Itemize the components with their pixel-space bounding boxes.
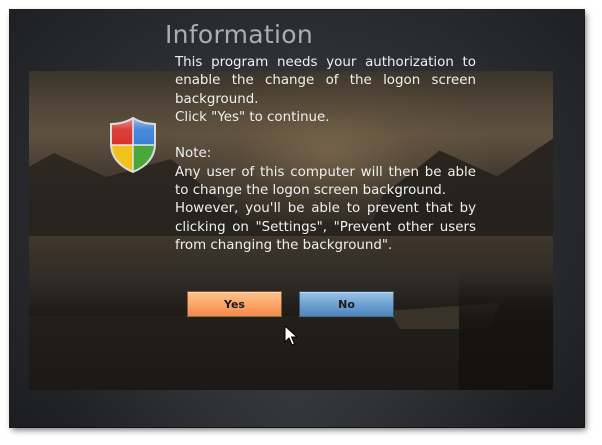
yes-button[interactable]: Yes: [187, 291, 282, 317]
mouse-pointer-icon: [284, 325, 298, 346]
note-heading: Note:: [175, 146, 212, 162]
dialog-message: This program needs your authorization to…: [175, 54, 476, 255]
note-body-prevent: However, you'll be able to prevent that …: [175, 201, 476, 253]
note-body-users: Any user of this computer will then be a…: [175, 164, 476, 199]
message-line-authorization: This program needs your authorization to…: [175, 55, 476, 107]
logon-background-dialog: Information This program needs your auth…: [10, 10, 584, 427]
message-line-continue: Click "Yes" to continue.: [175, 109, 330, 125]
dialog-title: Information: [165, 20, 314, 49]
uac-shield-icon: [110, 116, 156, 174]
no-button[interactable]: No: [299, 291, 394, 317]
